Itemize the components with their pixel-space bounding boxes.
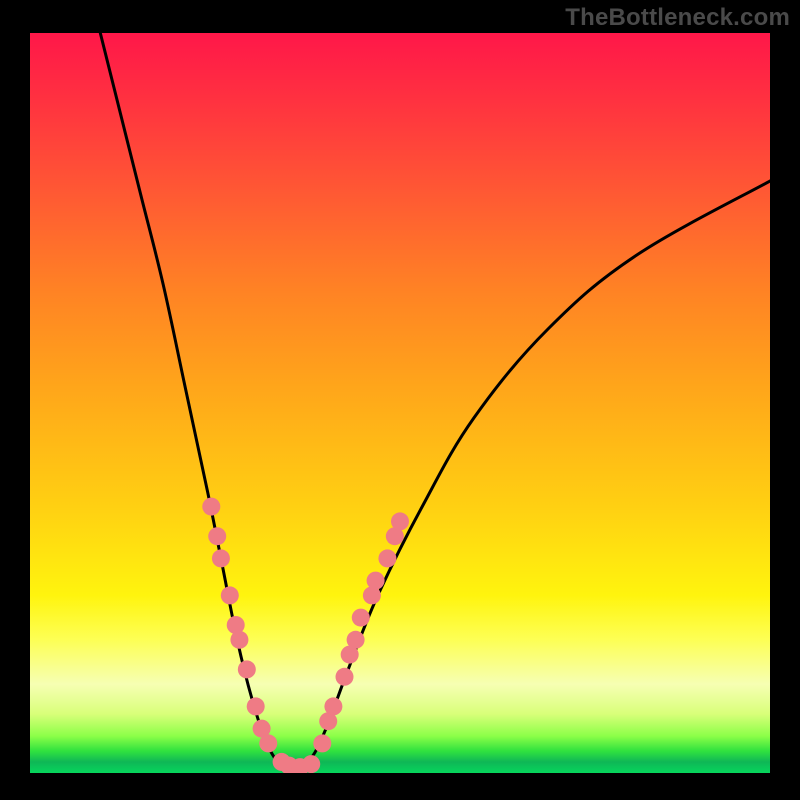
marker-left [212, 549, 230, 567]
marker-left [247, 697, 265, 715]
marker-left [202, 498, 220, 516]
curve-right [296, 181, 770, 769]
marker-right [336, 668, 354, 686]
marker-left [259, 734, 277, 752]
marker-right [367, 572, 385, 590]
marker-left [230, 631, 248, 649]
plot-area [30, 33, 770, 773]
marker-left [238, 660, 256, 678]
marker-right [378, 549, 396, 567]
curve-left [100, 33, 296, 769]
chart-svg [30, 33, 770, 773]
attribution-text: TheBottleneck.com [565, 4, 790, 32]
marker-left [208, 527, 226, 545]
marker-right [347, 631, 365, 649]
marker-right [313, 734, 331, 752]
marker-right [391, 512, 409, 530]
marker-left [221, 586, 239, 604]
marker-right [352, 609, 370, 627]
chart-frame: TheBottleneck.com [0, 0, 800, 800]
marker-right [324, 697, 342, 715]
marker-left [302, 755, 320, 773]
